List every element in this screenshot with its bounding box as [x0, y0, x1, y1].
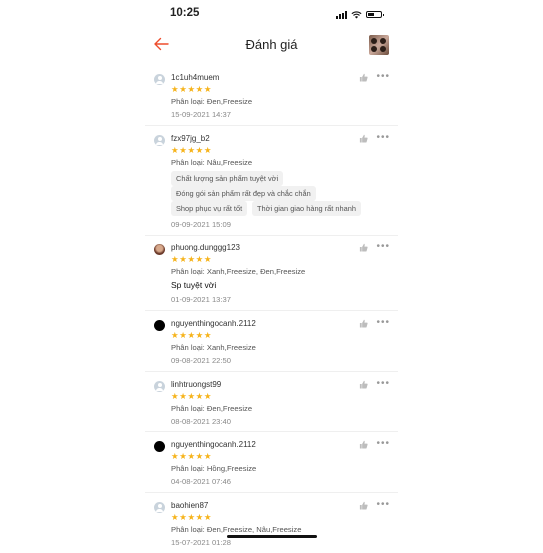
thumbs-up-icon[interactable] [359, 243, 368, 252]
avatar[interactable] [154, 135, 165, 146]
review-username: nguyenthingocanh.2112 [171, 319, 256, 328]
review-username: nguyenthingocanh.2112 [171, 440, 256, 449]
review-item: nguyenthingocanh.2112 ••• ★★★★★ Phân loạ… [145, 311, 398, 372]
more-options-icon[interactable]: ••• [376, 242, 390, 252]
thumbs-up-icon[interactable] [359, 319, 368, 328]
review-item: fzx97jg_b2 ••• ★★★★★ Phân loại: Nâu,Free… [145, 126, 398, 236]
avatar[interactable] [154, 74, 165, 85]
status-icons [336, 10, 384, 19]
thumbs-up-icon[interactable] [359, 501, 368, 510]
star-rating: ★★★★★ [171, 391, 213, 401]
review-username: 1c1uh4muem [171, 73, 220, 82]
review-item: nguyenthingocanh.2112 ••• ★★★★★ Phân loạ… [145, 432, 398, 493]
review-date: 09-09-2021 15:09 [171, 220, 231, 229]
more-options-icon[interactable]: ••• [376, 500, 390, 510]
review-tag: Đóng gói sản phẩm rất đẹp và chắc chắn [171, 186, 316, 201]
phone-screen: 10:25 Đánh giá 1c1uh4muem ••• ★★★★★ Phân… [145, 0, 398, 547]
avatar[interactable] [154, 244, 165, 255]
product-thumbnail[interactable] [369, 35, 389, 55]
review-variant: Phân loại: Nâu,Freesize [171, 158, 253, 167]
review-item: baohien87 ••• ★★★★★ Phân loại: Đen,Frees… [145, 493, 398, 553]
nav-bar: Đánh giá [145, 30, 398, 58]
star-rating: ★★★★★ [171, 330, 213, 340]
more-options-icon[interactable]: ••• [376, 439, 390, 449]
review-username: phuong.dunggg123 [171, 243, 240, 252]
star-rating: ★★★★★ [171, 451, 213, 461]
thumbs-up-icon[interactable] [359, 134, 368, 143]
review-variant: Phân loại: Đen,Freesize [171, 404, 253, 413]
wifi-icon [351, 10, 362, 19]
home-indicator[interactable] [227, 535, 317, 538]
review-variant: Phân loại: Xanh,Freesize [171, 343, 256, 352]
star-rating: ★★★★★ [171, 254, 213, 264]
avatar[interactable] [154, 441, 165, 452]
avatar[interactable] [154, 381, 165, 392]
star-rating: ★★★★★ [171, 512, 213, 522]
status-bar: 10:25 [145, 0, 398, 28]
review-tag: Chất lượng sản phẩm tuyệt vời [171, 171, 284, 186]
more-options-icon[interactable]: ••• [376, 72, 390, 82]
review-item: phuong.dunggg123 ••• ★★★★★ Phân loại: Xa… [145, 236, 398, 311]
more-options-icon[interactable]: ••• [376, 133, 390, 143]
review-variant: Phân loại: Đen,Freesize [171, 97, 253, 106]
review-item: linhtruongst99 ••• ★★★★★ Phân loại: Đen,… [145, 372, 398, 432]
signal-icon [336, 10, 347, 19]
avatar[interactable] [154, 502, 165, 513]
avatar[interactable] [154, 320, 165, 331]
review-date: 08-08-2021 23:40 [171, 417, 231, 426]
star-rating: ★★★★★ [171, 84, 213, 94]
thumbs-up-icon[interactable] [359, 440, 368, 449]
review-variant: Phân loại: Đen,Freesize, Nâu,Freesize [171, 525, 302, 534]
review-date: 01-09-2021 13:37 [171, 295, 231, 304]
review-item: 1c1uh4muem ••• ★★★★★ Phân loại: Đen,Free… [145, 64, 398, 126]
review-username: linhtruongst99 [171, 380, 222, 389]
review-variant: Phân loại: Xanh,Freesize, Đen,Freesize [171, 267, 306, 276]
page-title: Đánh giá [245, 37, 298, 52]
review-list: 1c1uh4muem ••• ★★★★★ Phân loại: Đen,Free… [145, 64, 398, 553]
review-username: baohien87 [171, 501, 209, 510]
review-date: 15-09-2021 14:37 [171, 110, 231, 119]
thumbs-up-icon[interactable] [359, 73, 368, 82]
review-username: fzx97jg_b2 [171, 134, 210, 143]
review-tag: Shop phục vụ rất tốt [171, 201, 248, 216]
more-options-icon[interactable]: ••• [376, 318, 390, 328]
thumbs-up-icon[interactable] [359, 380, 368, 389]
star-rating: ★★★★★ [171, 145, 213, 155]
review-date: 04-08-2021 07:46 [171, 477, 231, 486]
review-date: 09-08-2021 22:50 [171, 356, 231, 365]
review-tag: Thời gian giao hàng rất nhanh [252, 201, 361, 216]
status-time: 10:25 [170, 7, 200, 19]
battery-icon [366, 11, 384, 18]
review-variant: Phân loại: Hồng,Freesize [171, 464, 257, 473]
review-comment: Sp tuyệt vời [171, 280, 217, 290]
more-options-icon[interactable]: ••• [376, 379, 390, 389]
